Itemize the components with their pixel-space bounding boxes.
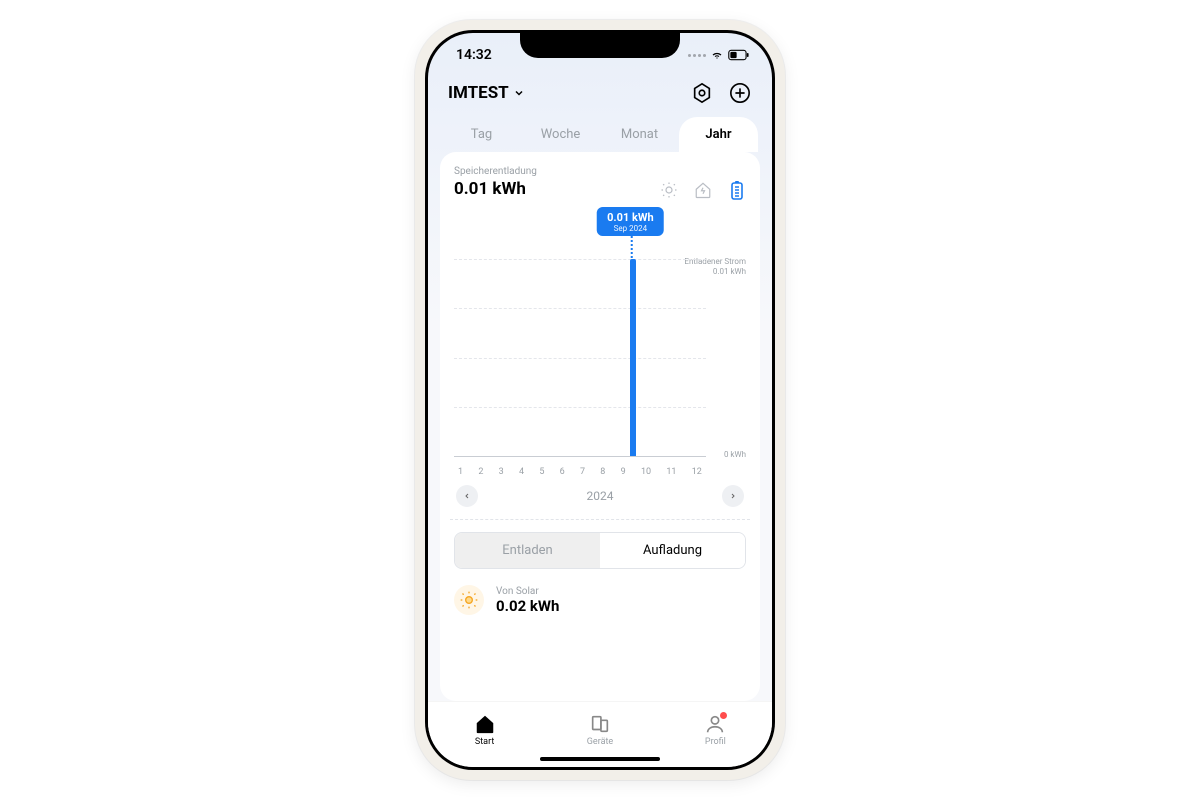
solar-row: Von Solar 0.02 kWh — [454, 585, 746, 615]
header-icons — [690, 81, 752, 105]
phone-frame: 14:32 IMTEST — [415, 20, 785, 780]
nav-devices[interactable]: Geräte — [587, 713, 613, 747]
period-tabs: Tag Woche Monat Jahr — [442, 117, 758, 152]
discharge-button[interactable]: Entladen — [455, 533, 600, 568]
battery-icon — [730, 180, 744, 200]
home-bolt-icon — [694, 181, 712, 199]
year-nav: 2024 — [454, 485, 746, 507]
metric-icons — [660, 181, 746, 199]
add-button[interactable] — [728, 81, 752, 105]
signal-icon — [688, 54, 706, 57]
site-name-label: IMTEST — [448, 83, 509, 103]
battery-icon — [728, 49, 750, 61]
sun-badge-icon — [454, 585, 484, 615]
nut-icon — [691, 82, 713, 104]
solar-texts: Von Solar 0.02 kWh — [496, 586, 559, 615]
metric-label: Speicherentladung — [454, 166, 746, 177]
status-icons — [688, 49, 750, 61]
chevron-down-icon — [513, 87, 525, 99]
discharge-charge-toggle: Entladen Aufladung — [454, 532, 746, 569]
battery-toggle[interactable] — [728, 181, 746, 199]
tab-year[interactable]: Jahr — [679, 117, 758, 152]
next-year-button[interactable] — [722, 485, 744, 507]
wifi-icon — [710, 49, 724, 61]
phone-notch — [520, 30, 680, 58]
home-indicator[interactable] — [540, 757, 660, 761]
plus-circle-icon — [729, 82, 751, 104]
chevron-left-icon — [463, 492, 471, 500]
divider — [450, 519, 750, 520]
nav-start[interactable]: Start — [474, 713, 496, 747]
charge-button[interactable]: Aufladung — [600, 533, 745, 568]
tooltip-value: 0.01 kWh — [607, 211, 654, 224]
profile-icon — [704, 713, 726, 735]
solar-label: Von Solar — [496, 586, 559, 597]
tab-month[interactable]: Monat — [600, 117, 679, 152]
tooltip-date: Sep 2024 — [607, 224, 654, 233]
metric-value: 0.01 kWh — [454, 179, 526, 199]
chart-tooltip: 0.01 kWh Sep 2024 — [597, 207, 664, 236]
chart-grid — [454, 259, 706, 457]
chart[interactable]: 0.01 kWh Sep 2024 Entladener Strom 0.01 … — [454, 217, 746, 477]
chart-zero-label: 0 kWh — [724, 450, 746, 459]
home-toggle[interactable] — [694, 181, 712, 199]
app-screen: 14:32 IMTEST — [428, 33, 772, 767]
chart-x-axis: 123456789101112 — [454, 467, 706, 477]
year-label: 2024 — [587, 489, 614, 503]
status-time: 14:32 — [456, 47, 492, 63]
app-header: IMTEST — [428, 77, 772, 117]
nav-profile[interactable]: Profil — [704, 713, 726, 747]
tab-day[interactable]: Tag — [442, 117, 521, 152]
notification-badge — [720, 712, 727, 719]
sun-icon — [660, 181, 678, 199]
home-icon — [474, 713, 496, 735]
metric-row: 0.01 kWh — [454, 179, 746, 199]
prev-year-button[interactable] — [456, 485, 478, 507]
tab-week[interactable]: Woche — [521, 117, 600, 152]
phone-inner: 14:32 IMTEST — [425, 30, 775, 770]
site-selector[interactable]: IMTEST — [448, 83, 525, 103]
chevron-right-icon — [729, 492, 737, 500]
devices-icon — [589, 713, 611, 735]
settings-button[interactable] — [690, 81, 714, 105]
solar-value: 0.02 kWh — [496, 597, 559, 615]
main-card: Speicherentladung 0.01 kWh — [440, 152, 760, 701]
solar-toggle[interactable] — [660, 181, 678, 199]
chart-bar[interactable] — [630, 259, 636, 456]
